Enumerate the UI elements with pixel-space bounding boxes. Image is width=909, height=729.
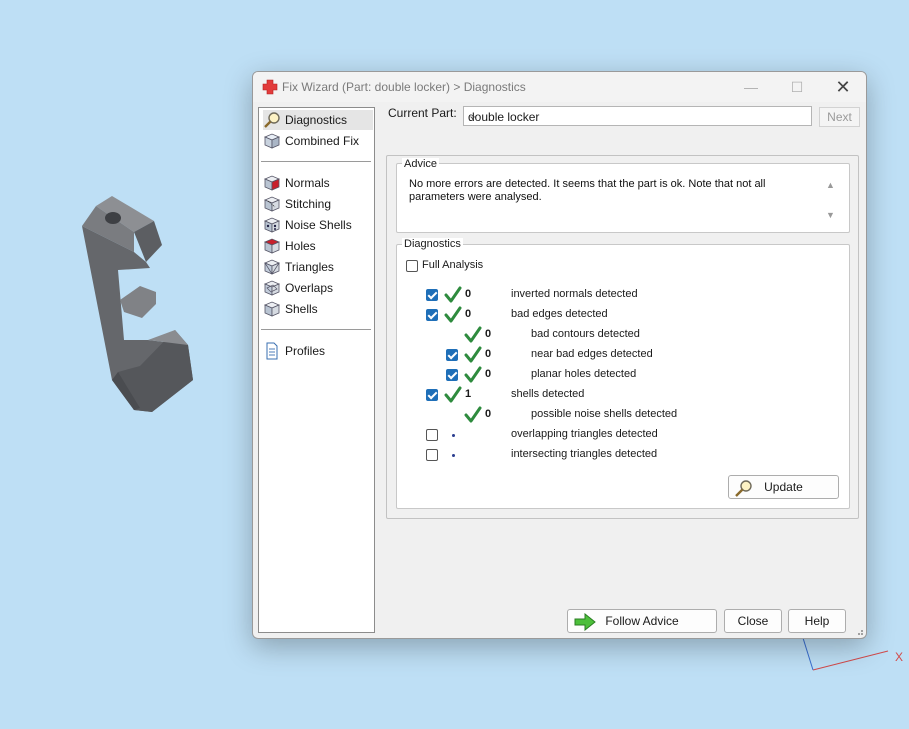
stitching-cube-icon xyxy=(263,196,281,212)
full-analysis-checkbox[interactable] xyxy=(406,260,418,272)
sidebar-item-combined-fix[interactable]: Combined Fix xyxy=(263,131,371,151)
planar-holes-label: planar holes detected xyxy=(531,368,637,380)
diagnostics-title: Diagnostics xyxy=(402,238,463,250)
not-analysed-dot xyxy=(452,434,455,437)
intersecting-triangles-checkbox[interactable] xyxy=(426,449,438,461)
shells-checkbox[interactable] xyxy=(426,389,438,401)
bad-edges-checkbox[interactable] xyxy=(426,309,438,321)
sidebar-item-label: Holes xyxy=(285,239,316,253)
title-bar[interactable]: Fix Wizard (Part: double locker) > Diagn… xyxy=(253,72,866,102)
current-part-label: Current Part: xyxy=(388,106,457,120)
sidebar-item-stitching[interactable]: Stitching xyxy=(263,194,371,214)
green-check-icon xyxy=(464,326,482,343)
close-button[interactable]: Close xyxy=(724,609,782,633)
bad-edges-label: bad edges detected xyxy=(511,308,608,320)
green-check-icon xyxy=(444,306,462,323)
advice-title: Advice xyxy=(402,158,440,170)
green-arrow-right-icon xyxy=(574,613,596,631)
x-axis-label: X xyxy=(895,650,903,664)
wizard-sidebar: Diagnostics Combined Fix Normals Stitchi… xyxy=(258,107,375,633)
intersecting-triangles-label: intersecting triangles detected xyxy=(511,448,658,460)
near-bad-edges-label: near bad edges detected xyxy=(531,348,653,360)
update-label: Update xyxy=(764,480,803,494)
planar-holes-count: 0 xyxy=(485,368,492,380)
sidebar-item-label: Shells xyxy=(285,302,318,316)
noise-shells-label: possible noise shells detected xyxy=(531,408,678,420)
follow-advice-button[interactable]: Follow Advice xyxy=(567,609,717,633)
sidebar-item-normals[interactable]: Normals xyxy=(263,173,371,193)
sidebar-item-diagnostics[interactable]: Diagnostics xyxy=(263,110,373,130)
green-check-icon xyxy=(444,286,462,303)
inverted-normals-label: inverted normals detected xyxy=(511,288,638,300)
resize-grip-icon[interactable] xyxy=(854,626,864,636)
minimize-button[interactable]: — xyxy=(728,72,774,102)
magnifier-icon xyxy=(735,480,752,497)
holes-cube-icon xyxy=(263,238,281,254)
planar-holes-checkbox[interactable] xyxy=(446,369,458,381)
inverted-normals-checkbox[interactable] xyxy=(426,289,438,301)
near-bad-edges-checkbox[interactable] xyxy=(446,349,458,361)
not-analysed-dot xyxy=(452,454,455,457)
update-button[interactable]: Update xyxy=(728,475,839,499)
sidebar-item-triangles[interactable]: Triangles xyxy=(263,257,371,277)
overlapping-triangles-checkbox[interactable] xyxy=(426,429,438,441)
overlaps-icon xyxy=(263,280,281,296)
sidebar-item-label: Profiles xyxy=(285,344,326,358)
bad-contours-count: 0 xyxy=(485,328,492,340)
sidebar-item-profiles[interactable]: Profiles xyxy=(263,341,371,361)
maximize-button[interactable]: ☐ xyxy=(774,72,820,102)
green-check-icon xyxy=(464,406,482,423)
follow-advice-label: Follow Advice xyxy=(605,614,679,628)
normals-cube-icon xyxy=(263,175,281,191)
sidebar-item-label: Normals xyxy=(285,176,330,190)
sidebar-item-shells[interactable]: Shells xyxy=(263,299,371,319)
bad-edges-count: 0 xyxy=(465,308,472,320)
bad-contours-label: bad contours detected xyxy=(531,328,640,340)
sidebar-item-label: Triangles xyxy=(285,260,334,274)
sidebar-item-noise-shells[interactable]: Noise Shells xyxy=(263,215,371,235)
green-check-icon xyxy=(464,346,482,363)
close-window-button[interactable]: ✕ xyxy=(820,72,866,102)
sidebar-divider xyxy=(261,329,371,330)
sidebar-item-overlaps[interactable]: Overlaps xyxy=(263,278,371,298)
part-model[interactable] xyxy=(82,196,193,412)
sidebar-item-label: Noise Shells xyxy=(285,218,352,232)
help-button[interactable]: Help xyxy=(788,609,846,633)
sidebar-item-label: Combined Fix xyxy=(285,134,360,148)
sidebar-item-holes[interactable]: Holes xyxy=(263,236,371,256)
noise-shells-icon xyxy=(263,217,281,233)
cube-icon xyxy=(263,133,281,149)
next-button[interactable]: Next xyxy=(819,107,860,127)
shells-label: shells detected xyxy=(511,388,585,400)
shells-count: 1 xyxy=(465,388,472,400)
green-check-icon xyxy=(464,366,482,383)
sidebar-item-label: Overlaps xyxy=(285,281,334,295)
overlapping-triangles-label: overlapping triangles detected xyxy=(511,428,658,440)
advice-text: No more errors are detected. It seems th… xyxy=(409,178,766,203)
current-part-select[interactable]: double locker ⌄ xyxy=(463,106,812,126)
magnifier-icon xyxy=(264,112,280,128)
scroll-up-icon[interactable]: ▲ xyxy=(826,180,835,190)
sidebar-divider xyxy=(261,161,371,162)
document-icon xyxy=(266,342,278,360)
full-analysis-label: Full Analysis xyxy=(422,259,484,271)
inverted-normals-count: 0 xyxy=(465,288,472,300)
red-cross-app-icon xyxy=(262,79,278,95)
shells-icon xyxy=(263,301,281,317)
scroll-down-icon[interactable]: ▼ xyxy=(826,210,835,220)
sidebar-item-label: Diagnostics xyxy=(285,113,348,127)
window-title: Fix Wizard (Part: double locker) > Diagn… xyxy=(282,80,526,94)
axis-gizmo xyxy=(802,637,889,671)
sidebar-item-label: Stitching xyxy=(285,197,332,211)
fix-wizard-dialog: Fix Wizard (Part: double locker) > Diagn… xyxy=(252,71,867,639)
green-check-icon xyxy=(444,386,462,403)
noise-shells-count: 0 xyxy=(485,408,492,420)
chevron-down-icon: ⌄ xyxy=(468,110,478,122)
triangles-icon xyxy=(263,259,281,275)
near-bad-edges-count: 0 xyxy=(485,348,492,360)
